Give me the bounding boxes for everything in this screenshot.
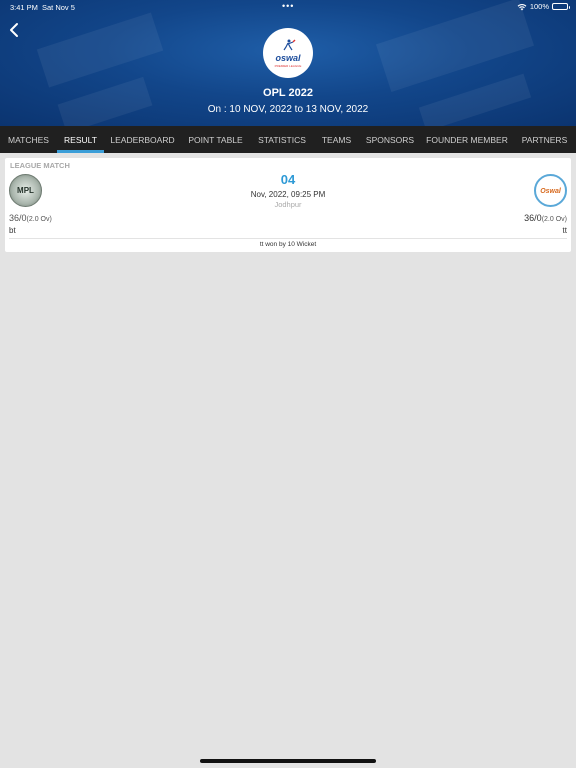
status-date: Sat Nov 5 <box>42 3 75 12</box>
team-left-overs: (2.0 Ov) <box>26 216 52 223</box>
logo-text: oswal <box>275 52 301 63</box>
tab-statistics[interactable]: STATISTICS <box>250 126 314 153</box>
match-venue: Jodhpur <box>274 200 302 209</box>
team-right-name: tt <box>562 226 567 235</box>
match-result-card[interactable]: LEAGUE MATCH MPL Oswal 04 Nov, 2022, 09:… <box>5 158 571 252</box>
team-left-name: bt <box>9 226 16 235</box>
tab-founder-member[interactable]: FOUNDER MEMBER <box>421 126 513 153</box>
team-left-score: 36/0(2.0 Ov) <box>9 213 52 223</box>
status-right: 100% <box>517 2 570 11</box>
home-indicator[interactable] <box>200 759 376 763</box>
status-bar: 3:41 PM Sat Nov 5 ••• 100% <box>0 0 576 14</box>
multitasking-dots-icon[interactable]: ••• <box>282 1 294 11</box>
tournament-logo: oswal PREMIER LEAGUE <box>263 28 313 78</box>
tournament-title: OPL 2022 <box>263 87 313 99</box>
card-divider <box>9 238 567 239</box>
cricketer-icon <box>283 39 296 50</box>
team-right-overs: (2.0 Ov) <box>541 216 567 223</box>
battery-icon <box>552 3 570 10</box>
tab-result[interactable]: RESULT <box>57 126 104 153</box>
tournament-header: 3:41 PM Sat Nov 5 ••• 100% oswal PREMIER… <box>0 0 576 126</box>
tab-sponsors[interactable]: SPONSORS <box>359 126 421 153</box>
battery-percent: 100% <box>529 2 549 11</box>
team-right-score: 36/0(2.0 Ov) <box>524 213 567 223</box>
tab-teams[interactable]: TEAMS <box>314 126 359 153</box>
tab-matches[interactable]: MATCHES <box>0 126 57 153</box>
match-result: tt won by 10 Wicket <box>259 241 317 248</box>
wifi-icon <box>517 3 527 10</box>
tab-bar: MATCHES RESULT LEADERBOARD POINT TABLE S… <box>0 126 576 153</box>
tournament-dates: On : 10 NOV, 2022 to 13 NOV, 2022 <box>207 104 369 115</box>
tab-partners[interactable]: PARTNERS <box>513 126 576 153</box>
logo-subtext: PREMIER LEAGUE <box>274 63 302 68</box>
match-datetime: Nov, 2022, 09:25 PM <box>250 190 326 199</box>
tab-point-table[interactable]: POINT TABLE <box>181 126 250 153</box>
status-time: 3:41 PM <box>10 3 38 12</box>
back-chevron-icon[interactable] <box>6 20 24 40</box>
match-number: 04 <box>280 172 296 187</box>
match-type: LEAGUE MATCH <box>10 161 70 170</box>
tab-leaderboard[interactable]: LEADERBOARD <box>104 126 181 153</box>
